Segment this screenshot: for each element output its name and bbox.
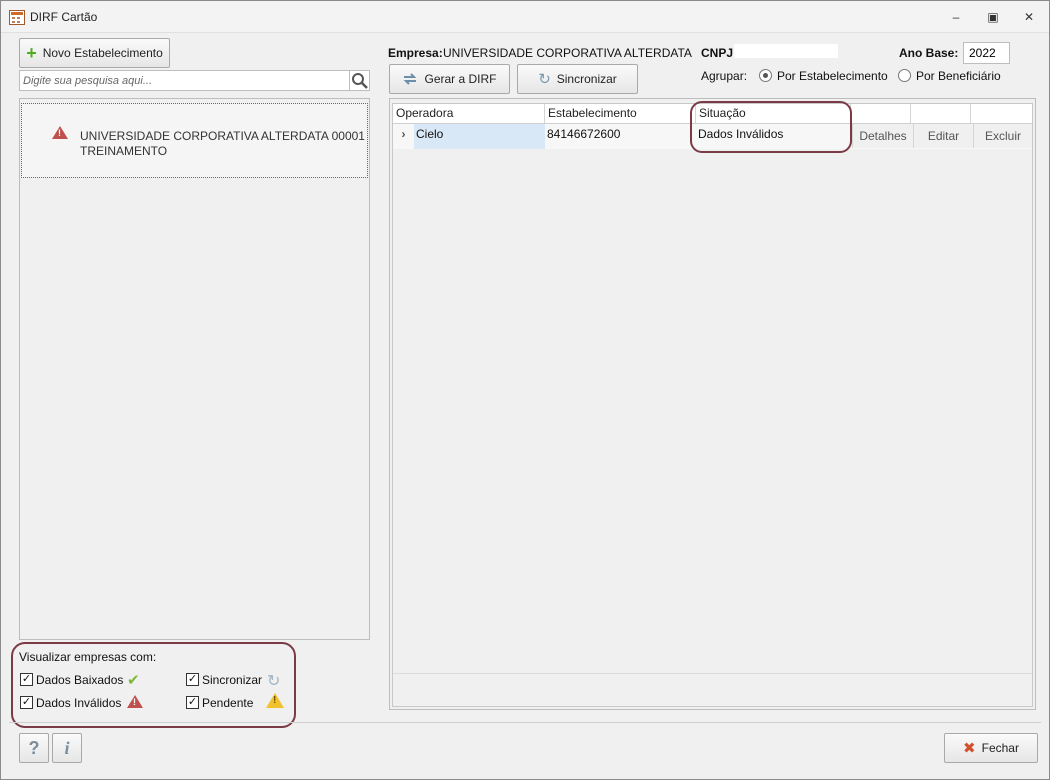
ano-base-input[interactable] — [963, 42, 1010, 64]
company-name-line1: UNIVERSIDADE CORPORATIVA ALTERDATA 00001 — [80, 129, 365, 143]
grid — [392, 103, 1033, 707]
cell-estabelecimento[interactable]: 84146672600 — [545, 124, 696, 149]
plus-icon: + — [26, 43, 37, 63]
help-button[interactable]: ? — [19, 733, 49, 763]
checkbox-label: Sincronizar — [202, 673, 263, 687]
radio-por-estabelecimento[interactable] — [759, 69, 772, 82]
radio-label: Por Estabelecimento — [777, 69, 888, 83]
filter-title: Visualizar empresas com: — [19, 650, 157, 664]
search-button[interactable] — [349, 70, 370, 91]
restore-button[interactable]: ▣ — [978, 7, 1008, 27]
company-name: UNIVERSIDADE CORPORATIVA ALTERDATA 00001… — [80, 129, 365, 159]
title-bar: DIRF Cartão ‒ ▣ ✕ — [1, 1, 1049, 33]
warning-red-icon — [127, 695, 143, 708]
checkbox-pendente[interactable]: ✓ — [186, 696, 199, 709]
info-button[interactable]: i — [52, 733, 82, 763]
editar-button[interactable]: Editar — [913, 124, 973, 148]
gerar-dirf-button[interactable]: Gerar a DIRF — [389, 64, 510, 94]
ano-base-label: Ano Base: — [899, 46, 959, 60]
sincronizar-label: Sincronizar — [556, 72, 617, 86]
company-list: UNIVERSIDADE CORPORATIVA ALTERDATA 00001… — [19, 98, 370, 640]
search-icon — [352, 73, 368, 89]
new-establishment-label: Novo Estabelecimento — [42, 46, 163, 60]
cnpj-label: CNPJ: — [701, 46, 738, 60]
sincronizar-button[interactable]: ↻ Sincronizar — [517, 64, 638, 94]
column-header-operadora[interactable]: Operadora — [393, 104, 545, 123]
new-establishment-button[interactable]: + Novo Estabelecimento — [19, 38, 170, 68]
search-input[interactable] — [19, 70, 350, 91]
empresa-label: Empresa: — [388, 46, 443, 60]
checkbox-label: Dados Inválidos — [36, 696, 122, 710]
transfer-arrows-icon — [404, 73, 417, 85]
agrupar-label: Agrupar: — [701, 69, 748, 83]
help-icon: ? — [28, 738, 40, 758]
checkbox-dados-baixados[interactable]: ✓ — [20, 673, 33, 686]
window-title: DIRF Cartão — [30, 10, 98, 24]
radio-label: Por Beneficiário — [916, 69, 1001, 83]
cnpj-value — [734, 44, 838, 58]
checkbox-sincronizar[interactable]: ✓ — [186, 673, 199, 686]
company-name-line2: TREINAMENTO — [80, 144, 168, 158]
company-list-item[interactable]: UNIVERSIDADE CORPORATIVA ALTERDATA 00001… — [21, 103, 368, 178]
cell-operadora[interactable]: Cielo — [414, 124, 545, 149]
bottom-separator — [9, 722, 1041, 723]
sync-icon: ↻ — [267, 673, 281, 690]
situacao-annotation-outline — [690, 101, 852, 153]
sync-icon: ↻ — [538, 71, 551, 88]
radio-por-beneficiario[interactable] — [898, 69, 911, 82]
check-icon: ✔ — [127, 672, 140, 689]
info-icon: i — [64, 738, 70, 758]
fechar-button[interactable]: ✖ Fechar — [944, 733, 1038, 763]
close-window-button[interactable]: ✕ — [1014, 7, 1044, 27]
close-x-icon: ✖ — [963, 740, 976, 757]
app-calculator-icon — [9, 10, 25, 25]
grid-footer — [393, 673, 1032, 706]
checkbox-label: Pendente — [202, 696, 254, 710]
warning-red-icon — [52, 126, 68, 139]
column-header-action-1 — [851, 104, 911, 123]
row-expander-icon[interactable]: › — [393, 124, 414, 149]
dirf-cartao-window: DIRF Cartão ‒ ▣ ✕ + Novo Estabelecimento… — [0, 0, 1050, 780]
minimize-button[interactable]: ‒ — [941, 7, 971, 27]
warning-yellow-icon — [266, 693, 284, 708]
checkbox-label: Dados Baixados — [36, 673, 124, 687]
fechar-label: Fechar — [981, 741, 1019, 755]
detalhes-button[interactable]: Detalhes — [852, 124, 913, 148]
empresa-value: UNIVERSIDADE CORPORATIVA ALTERDATA TREIN… — [443, 46, 693, 60]
column-header-action-3 — [971, 104, 1032, 123]
gerar-dirf-label: Gerar a DIRF — [424, 72, 497, 86]
checkbox-dados-invalidos[interactable]: ✓ — [20, 696, 33, 709]
excluir-button[interactable]: Excluir — [973, 124, 1032, 148]
column-header-action-2 — [911, 104, 971, 123]
column-header-estabelecimento[interactable]: Estabelecimento — [545, 104, 696, 123]
